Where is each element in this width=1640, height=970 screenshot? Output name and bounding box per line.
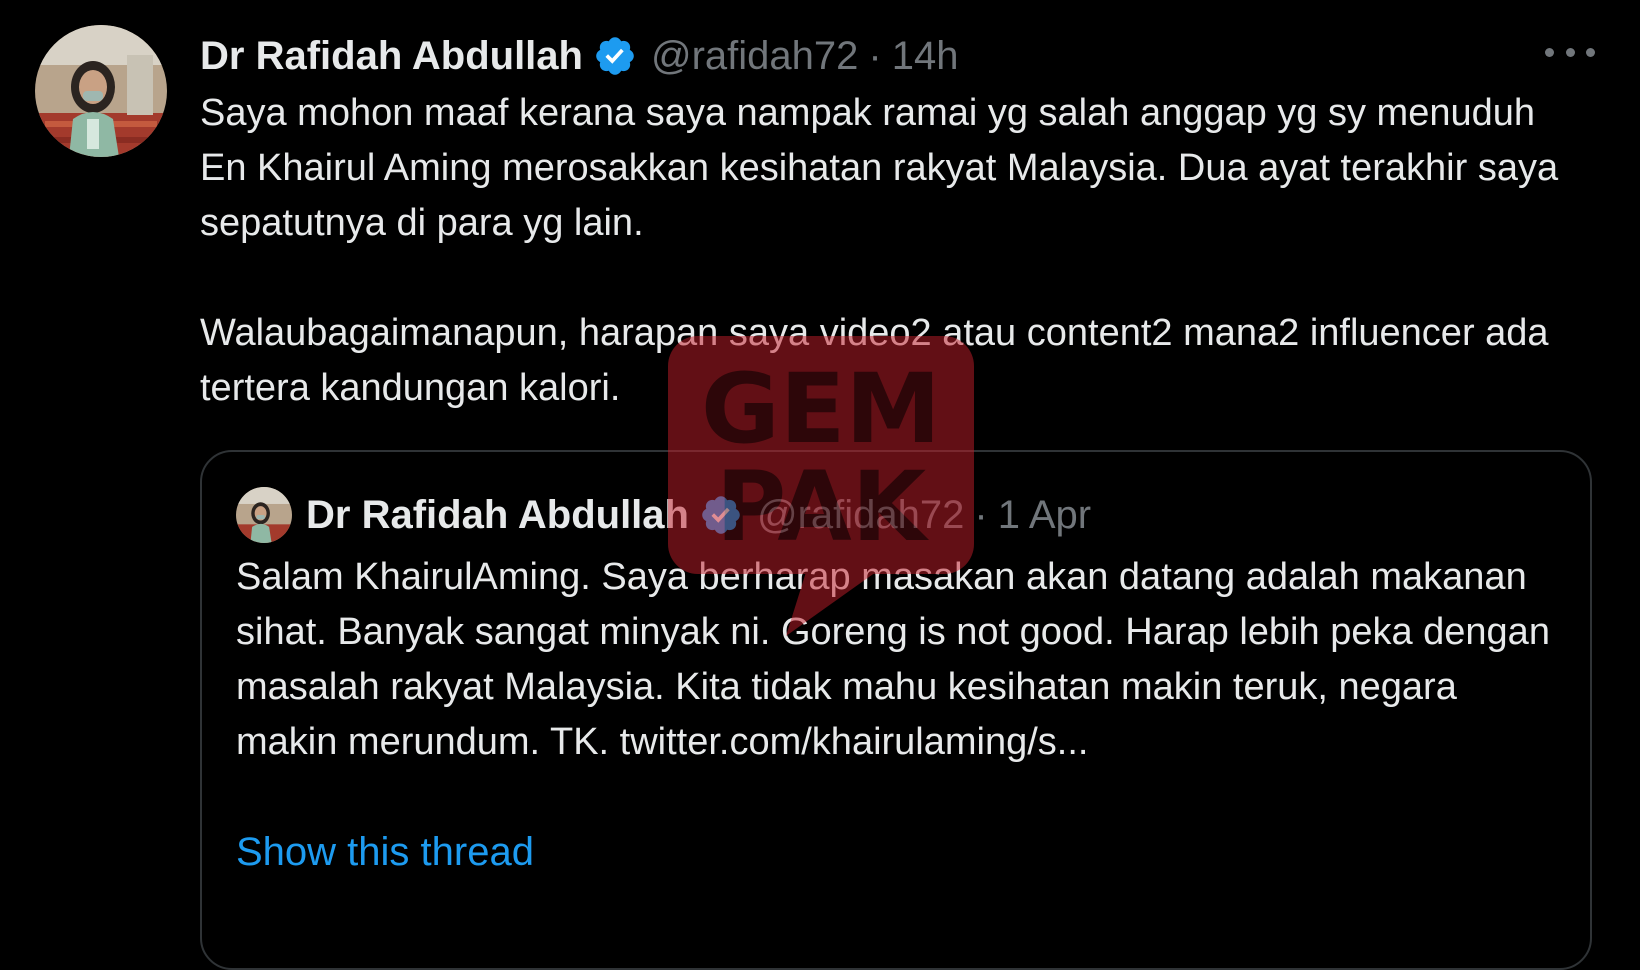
tweet-paragraph: Saya mohon maaf kerana saya nampak ramai… — [200, 92, 1559, 244]
quoted-tweet-timestamp: 1 Apr — [997, 492, 1092, 537]
author-handle[interactable]: @rafidah72 — [651, 34, 858, 79]
more-options-icon[interactable] — [1545, 34, 1595, 70]
tweet-paragraph: Walaubagaimanapun, harapan saya video2 a… — [200, 312, 1549, 409]
author-avatar[interactable] — [35, 25, 167, 157]
tweet[interactable]: Dr Rafidah Abdullah @rafidah72 · 14h Say… — [0, 0, 1640, 970]
quoted-author-display-name: Dr Rafidah Abdullah — [306, 492, 689, 537]
tweet-body: Saya mohon maaf kerana saya nampak ramai… — [200, 86, 1580, 416]
verified-badge-icon — [596, 37, 634, 75]
quoted-tweet-text: Salam KhairulAming. Saya berharap masaka… — [236, 556, 1550, 763]
quoted-author-avatar — [236, 487, 292, 543]
verified-badge-icon — [702, 496, 740, 534]
quoted-tweet-body: Salam KhairulAming. Saya berharap masaka… — [236, 550, 1566, 770]
separator-dot: · — [974, 492, 988, 537]
tweet-header: Dr Rafidah Abdullah @rafidah72 · 14h — [200, 26, 958, 86]
tweet-timestamp[interactable]: 14h — [892, 34, 959, 79]
quoted-tweet-card[interactable]: Dr Rafidah Abdullah @rafidah72 · 1 Apr S… — [200, 450, 1592, 970]
quoted-tweet-header: Dr Rafidah Abdullah @rafidah72 · 1 Apr — [236, 486, 1091, 544]
author-display-name[interactable]: Dr Rafidah Abdullah — [200, 34, 583, 79]
separator-dot: · — [868, 33, 882, 78]
show-thread-link[interactable]: Show this thread — [236, 830, 534, 875]
quoted-author-handle: @rafidah72 — [756, 492, 965, 537]
